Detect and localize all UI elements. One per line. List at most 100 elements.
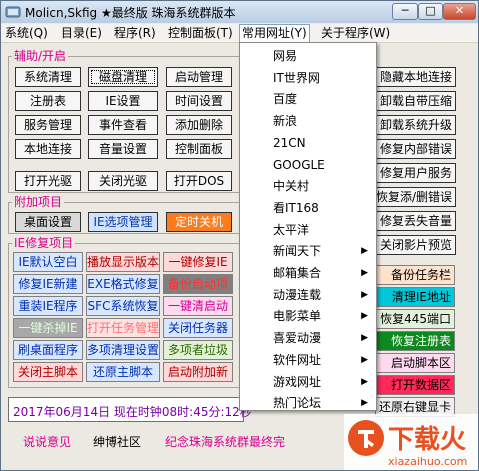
dropdown-item[interactable]: 软件网址 ▶ <box>240 349 376 371</box>
backup-taskbar-button[interactable]: 备份任务栏 <box>375 265 455 285</box>
dropdown-item-label: 中关村 <box>273 179 310 194</box>
sfc-restore-button[interactable]: SFC系统恢复 <box>86 296 160 316</box>
fix-user-service-button[interactable]: 修复用户服务 <box>372 163 456 183</box>
submenu-arrow-icon: ▶ <box>361 268 368 278</box>
feedback-link[interactable]: 说说意见 <box>23 433 71 450</box>
hide-local-connection-button[interactable]: 隐藏本地连接 <box>372 67 456 87</box>
desktop-settings-button[interactable]: 桌面设置 <box>15 212 81 232</box>
control-panel-button[interactable]: 控制面板 <box>166 139 232 159</box>
dropdown-item[interactable]: 网易 <box>240 45 376 67</box>
add-remove-button[interactable]: 添加删除 <box>166 115 232 135</box>
launch-extra-button[interactable]: 启动附加新 <box>163 362 233 382</box>
backup-startup-button[interactable]: 备份启动项 <box>163 274 233 294</box>
open-data-area-button[interactable]: 打开数据区 <box>375 375 455 395</box>
disk-clean-button[interactable]: 磁盘清理 <box>88 67 158 87</box>
dropdown-item-label: 软件网址 <box>273 352 322 367</box>
dropdown-item[interactable]: 动漫连载 ▶ <box>240 284 376 306</box>
restore-registry-button[interactable]: 恢复注册表 <box>375 331 455 351</box>
watermark-logo: 下载火 xiazaihuo.com <box>344 414 478 470</box>
restore-main-script-button[interactable]: 还原主脚本 <box>86 362 160 382</box>
dropdown-item[interactable]: 电影菜单 ▶ <box>240 305 376 327</box>
memorial-link[interactable]: 纪念珠海系统群最终完 <box>165 433 285 450</box>
ie-default-blank-button[interactable]: IE默认空白 <box>13 252 83 272</box>
volume-settings-button[interactable]: 音量设置 <box>88 139 158 159</box>
minimize-icon: ─ <box>401 4 409 17</box>
kill-ie-button[interactable]: 一键杀掉IE <box>13 318 83 338</box>
clear-ie-address-button[interactable]: 清理IE地址 <box>375 287 455 307</box>
dropdown-item[interactable]: 热门论坛 ▶ <box>240 392 376 414</box>
submenu-arrow-icon: ▶ <box>361 398 368 409</box>
menu-control-panel[interactable]: 控制面板(T) <box>168 25 233 41</box>
refresh-desktop-button[interactable]: 刷桌面程序 <box>13 340 83 360</box>
dropdown-item[interactable]: 百度 <box>240 88 376 110</box>
dropdown-item[interactable]: GOOGLE <box>240 154 376 176</box>
one-key-fix-ie-button[interactable]: 一键修复IE <box>163 252 233 272</box>
watermark-url: xiazaihuo.com <box>388 455 467 468</box>
dropdown-item-label: 动漫连载 <box>273 287 322 302</box>
play-show-version-button[interactable]: 播放显示版本 <box>86 252 160 272</box>
fix-ie-new-button[interactable]: 修复IE新建 <box>13 274 83 294</box>
dropdown-item[interactable]: 看IT168 <box>240 197 376 219</box>
startup-manage-button[interactable]: 启动管理 <box>166 67 232 87</box>
timed-shutdown-button[interactable]: 定时关机 <box>166 212 232 232</box>
app-icon <box>5 6 21 18</box>
community-link[interactable]: 绅博社区 <box>93 433 141 450</box>
fix-lost-volume-button[interactable]: 修复丢失音量 <box>372 211 456 231</box>
menu-bar: 系统(Q) 目录(E) 程序(R) 控制面板(T) 常用网址(Y) 关于程序(W… <box>1 24 478 43</box>
ie-options-button[interactable]: IE选项管理 <box>88 212 158 232</box>
dropdown-item[interactable]: 新闻天下 ▶ <box>240 240 376 262</box>
service-manage-button[interactable]: 服务管理 <box>15 115 81 135</box>
menu-system[interactable]: 系统(Q) <box>5 25 48 41</box>
dropdown-item[interactable]: 太平洋 <box>240 219 376 241</box>
dropdown-item[interactable]: 21CN <box>240 132 376 154</box>
open-dos-button[interactable]: 打开DOS <box>166 171 232 191</box>
close-drive-button[interactable]: 关闭光驱 <box>88 171 158 191</box>
dropdown-item[interactable]: 新浪 <box>240 110 376 132</box>
dropdown-item[interactable]: 喜爱动漫 ▶ <box>240 327 376 349</box>
dropdown-item[interactable]: 中关村 <box>240 175 376 197</box>
uninstall-update-button[interactable]: 卸载系统升级 <box>372 115 456 135</box>
maximize-button[interactable]: □ <box>418 3 443 20</box>
launch-script-area-button[interactable]: 启动脚本区 <box>375 353 455 373</box>
menu-programs[interactable]: 程序(R) <box>114 25 156 41</box>
close-video-preview-button[interactable]: 关闭影片预览 <box>372 235 456 255</box>
dropdown-item-label: IT世界网 <box>273 70 320 85</box>
one-key-clear-startup-button[interactable]: 一键清启动 <box>163 296 233 316</box>
reinstall-ie-button[interactable]: 重装IE程序 <box>13 296 83 316</box>
dropdown-item-label: GOOGLE <box>273 157 325 172</box>
dropdown-item-label: 喜爱动漫 <box>273 331 322 346</box>
close-task-manager-button[interactable]: 关闭任务器 <box>163 318 233 338</box>
exe-format-fix-button[interactable]: EXE格式修复 <box>86 274 160 294</box>
ie-settings-button[interactable]: IE设置 <box>88 91 158 111</box>
dropdown-item[interactable]: 游戏网址 ▶ <box>240 371 376 393</box>
restore-445-port-button[interactable]: 恢复445端口 <box>375 309 455 329</box>
dropdown-item[interactable]: IT世界网 <box>240 67 376 89</box>
maximize-icon: □ <box>425 4 436 17</box>
minimize-button[interactable]: ─ <box>392 3 418 20</box>
menu-directory[interactable]: 目录(E) <box>61 25 102 41</box>
fix-internal-error-button[interactable]: 修复内部错误 <box>372 139 456 159</box>
menu-about[interactable]: 关于程序(W) <box>321 25 390 41</box>
window-title: Molicn,Skfig ★最终版 珠海系统群版本 <box>25 6 236 20</box>
submenu-arrow-icon: ▶ <box>361 376 368 387</box>
dropdown-item[interactable]: 邮箱集合 ▶ <box>240 262 376 284</box>
dropdown-item-label: 新浪 <box>273 114 298 129</box>
dropdown-item-label: 太平洋 <box>273 222 310 237</box>
multi-junk-button[interactable]: 多项者垃圾 <box>163 340 233 360</box>
system-clean-button[interactable]: 系统清理 <box>15 67 81 87</box>
close-main-script-button[interactable]: 关闭主脚本 <box>13 362 83 382</box>
local-connection-button[interactable]: 本地连接 <box>15 139 81 159</box>
restore-add-remove-button[interactable]: 恢复添/删错误 <box>372 187 456 207</box>
submenu-arrow-icon: ▶ <box>361 246 368 257</box>
close-button[interactable]: ✕ <box>443 3 476 20</box>
multi-clean-settings-button[interactable]: 多项清理设置 <box>86 340 160 360</box>
open-task-manager-button[interactable]: 打开任务管理 <box>86 318 160 338</box>
event-view-button[interactable]: 事件查看 <box>88 115 158 135</box>
menu-common-sites[interactable]: 常用网址(Y) <box>239 24 310 43</box>
dropdown-item-label: 网易 <box>273 49 298 63</box>
uninstall-zip-button[interactable]: 卸载自带压缩 <box>372 91 456 111</box>
title-bar[interactable]: Molicn,Skfig ★最终版 珠海系统群版本 ─ □ ✕ <box>1 1 478 23</box>
time-settings-button[interactable]: 时间设置 <box>166 91 232 111</box>
open-drive-button[interactable]: 打开光驱 <box>15 171 81 191</box>
registry-button[interactable]: 注册表 <box>15 91 81 111</box>
